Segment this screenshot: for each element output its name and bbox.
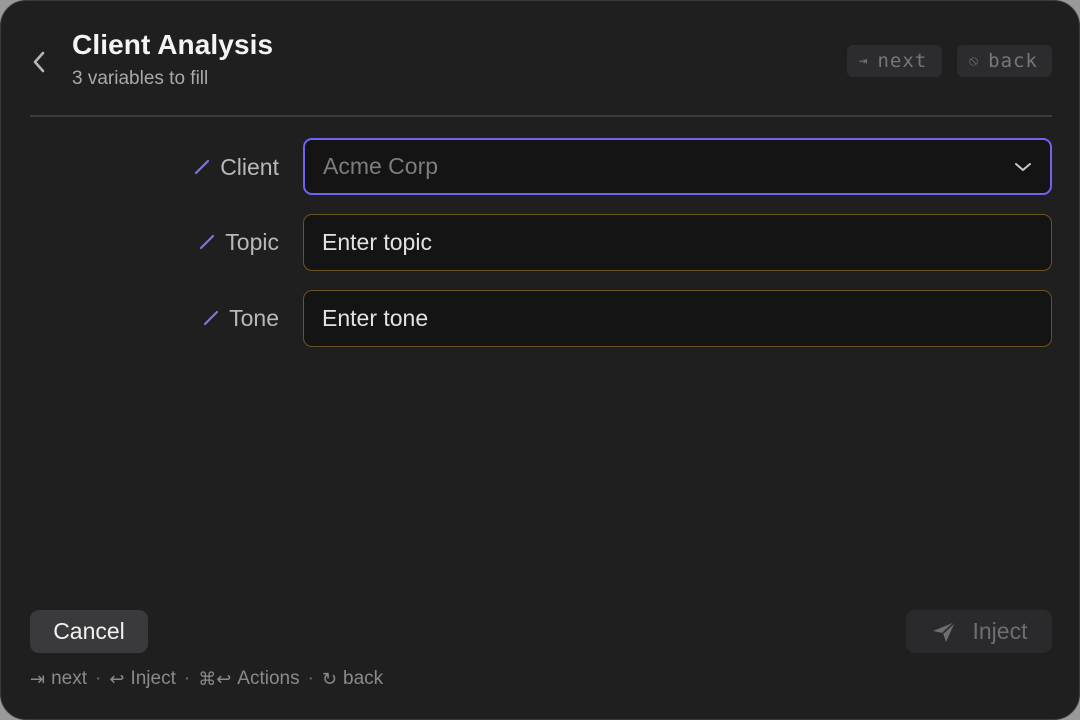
shortcut-hints: ⇥ next · ↩ Inject · ⌘↩ Actions · ↻ back — [30, 668, 383, 690]
tab-key-icon: ⇥ — [30, 668, 46, 690]
back-hint-button[interactable]: ⦸ back — [957, 45, 1052, 77]
variable-fill-window: Client Analysis 3 variables to fill ⇥ ne… — [0, 0, 1080, 720]
separator: · — [183, 668, 191, 689]
paper-plane-icon — [932, 620, 956, 642]
cancel-button[interactable]: Cancel — [30, 610, 148, 653]
chevron-left-icon — [33, 51, 45, 73]
header-divider — [30, 115, 1052, 117]
return-key-icon: ↩ — [109, 668, 125, 690]
tone-input[interactable] — [322, 305, 1051, 332]
topic-input[interactable] — [322, 229, 1051, 256]
client-select-value: Acme Corp — [323, 153, 439, 179]
tone-label-text: Tone — [229, 304, 279, 331]
page-subtitle: 3 variables to fill — [72, 68, 209, 89]
tone-label: Tone — [203, 290, 279, 346]
command-return-key-icon: ⌘↩ — [198, 668, 232, 690]
tone-input-wrapper — [303, 290, 1052, 347]
shortcut-actions-label: Actions — [237, 668, 300, 689]
topic-input-wrapper — [303, 214, 1052, 271]
separator: · — [95, 668, 102, 689]
escape-key-icon: ⦸ — [969, 53, 979, 69]
next-hint-button[interactable]: ⇥ next — [847, 45, 942, 77]
client-label-text: Client — [220, 153, 279, 180]
client-label: Client — [194, 139, 279, 195]
tab-key-icon: ⇥ — [859, 53, 868, 69]
next-hint-label: next — [877, 50, 928, 72]
shortcut-back-label: back — [343, 668, 384, 689]
back-button[interactable] — [25, 45, 53, 79]
shortcut-next-label: next — [51, 668, 88, 689]
page-title: Client Analysis — [72, 29, 274, 60]
inject-button-label: Inject — [972, 618, 1028, 644]
topic-label: Topic — [199, 214, 279, 270]
client-select[interactable]: Acme Corp — [303, 138, 1052, 195]
shortcut-inject-label: Inject — [130, 668, 176, 689]
back-hint-label: back — [988, 50, 1038, 72]
pencil-icon — [200, 234, 215, 250]
separator: · — [307, 668, 314, 689]
pencil-icon — [195, 159, 210, 175]
topic-label-text: Topic — [225, 228, 279, 255]
inject-button[interactable]: Inject — [906, 610, 1052, 653]
undo-icon: ↻ — [321, 668, 338, 690]
chevron-down-icon — [1015, 162, 1031, 171]
pencil-icon — [204, 310, 219, 326]
